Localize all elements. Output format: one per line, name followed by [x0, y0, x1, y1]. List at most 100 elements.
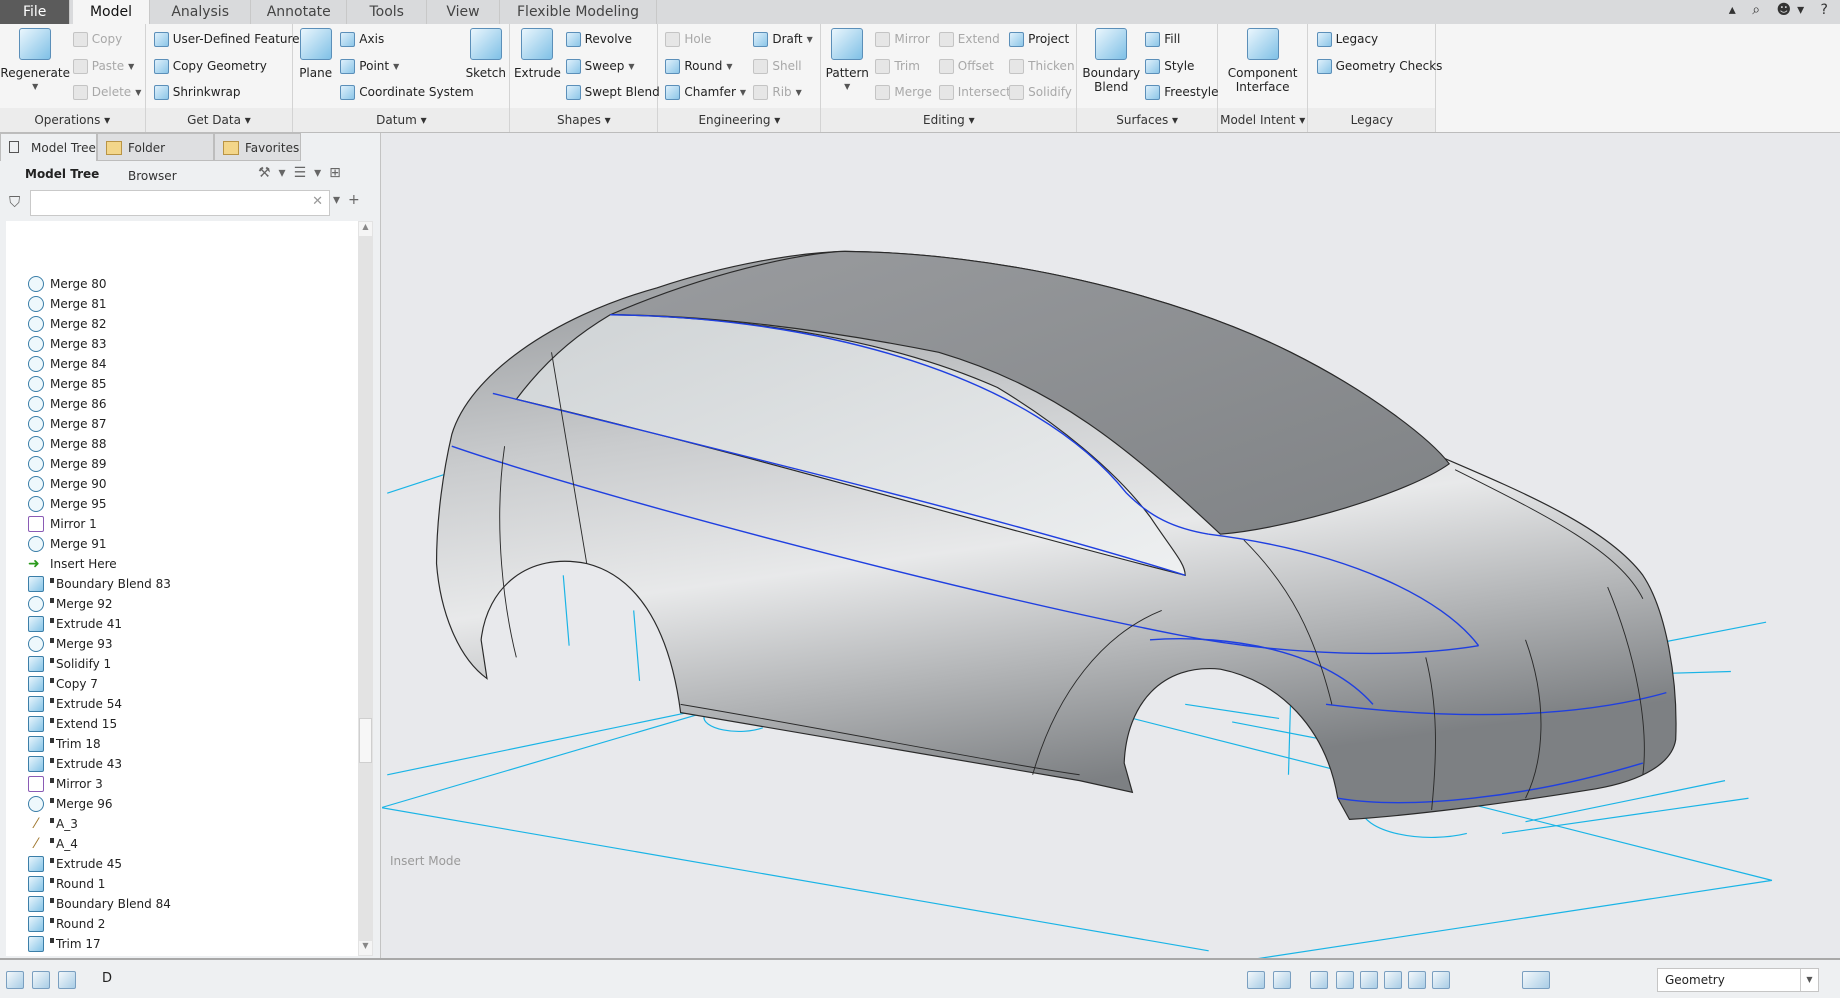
solidify-button[interactable]: Solidify — [1009, 83, 1072, 101]
tree-item[interactable]: Merge 81 — [28, 294, 107, 314]
tab-flexible-modeling[interactable]: Flexible Modeling — [500, 0, 658, 24]
clear-icon[interactable]: ✕ — [312, 194, 323, 209]
tree-item[interactable]: Merge 90 — [28, 474, 107, 494]
show-navigator-icon[interactable] — [6, 971, 24, 989]
tree-item[interactable]: Mirror 3 — [28, 774, 103, 794]
graphics-viewport[interactable]: Insert Mode — [382, 133, 1840, 958]
saved-orientations-icon[interactable] — [1310, 971, 1328, 989]
dropdown-arrow-icon[interactable]: ▼ — [726, 62, 732, 71]
group-label-editing[interactable]: Editing ▾ — [821, 108, 1077, 132]
hole-button[interactable]: Hole — [665, 30, 711, 48]
group-label-get-data[interactable]: Get Data ▾ — [145, 108, 293, 132]
tree-item[interactable]: Boundary Blend 83 — [28, 574, 171, 594]
freestyle-button[interactable]: Freestyle — [1145, 83, 1219, 101]
pattern-button[interactable]: Pattern ▼ — [825, 28, 870, 94]
selection-filter-dropdown[interactable]: Geometry ▼ — [1657, 968, 1819, 992]
tree-item[interactable]: Round 1 — [28, 874, 105, 894]
offset-button[interactable]: Offset — [938, 57, 994, 75]
tree-item[interactable]: Copy 7 — [28, 674, 98, 694]
tree-item[interactable]: Merge 80 — [28, 274, 107, 294]
thicken-button[interactable]: Thicken — [1009, 57, 1075, 75]
project-button[interactable]: Project — [1009, 30, 1069, 48]
sketch-button[interactable]: Sketch — [465, 28, 507, 80]
tree-filter-icon[interactable]: ⊞ — [329, 165, 349, 181]
tree-item[interactable]: ⁄ A_4 — [28, 834, 78, 854]
tab-analysis[interactable]: Analysis — [150, 0, 252, 24]
group-label-engineering[interactable]: Engineering ▾ — [658, 108, 821, 132]
help-search-icons[interactable]: ▴ ⌕ ☻▾ ? — [1729, 2, 1834, 18]
tree-search-field[interactable]: ✕ — [30, 190, 330, 216]
scroll-down-icon[interactable]: ▼ — [359, 941, 372, 955]
geometry-checks-button[interactable]: Geometry Checks — [1316, 57, 1442, 75]
intersect-button[interactable]: Intersect — [938, 83, 1011, 101]
delete-button[interactable]: Delete ▼ — [72, 83, 141, 101]
dropdown-arrow-icon[interactable]: ▼ — [807, 35, 813, 44]
rib-button[interactable]: Rib ▼ — [753, 83, 802, 101]
tree-item[interactable]: Merge 91 — [28, 534, 107, 554]
swept-blend-button[interactable]: Swept Blend — [565, 83, 660, 101]
tree-item[interactable]: Merge 88 — [28, 434, 107, 454]
trim-button[interactable]: Trim — [875, 57, 920, 75]
dropdown-arrow-icon[interactable]: ▼ — [844, 80, 850, 94]
revolve-button[interactable]: Revolve — [565, 30, 632, 48]
scroll-up-icon[interactable]: ▲ — [359, 222, 372, 236]
style-button[interactable]: Style — [1145, 57, 1194, 75]
tree-item[interactable]: Merge 96 — [28, 794, 113, 814]
settings-tools-icon[interactable]: ⚒▾ — [258, 165, 294, 181]
group-label-datum[interactable]: Datum ▾ — [293, 108, 510, 132]
dropdown-arrow-icon[interactable]: ▼ — [128, 62, 134, 71]
show-icon[interactable]: ☰▾ — [294, 165, 330, 181]
tree-item[interactable]: Extrude 54 — [28, 694, 122, 714]
tree-item[interactable]: Merge 83 — [28, 334, 107, 354]
tab-folder-browser[interactable]: Folder Browser — [97, 133, 214, 183]
tab-favorites[interactable]: Favorites — [214, 133, 301, 161]
point-display-icon[interactable] — [1384, 971, 1402, 989]
tree-item[interactable]: Extrude 46 — [28, 954, 122, 956]
group-label-surfaces[interactable]: Surfaces ▾ — [1077, 108, 1218, 132]
point-button[interactable]: Point ▼ — [340, 57, 399, 75]
dropdown-icon[interactable]: ▾ — [333, 192, 348, 208]
group-label-legacy[interactable]: Legacy — [1308, 108, 1436, 132]
annotation-display-icon[interactable] — [1432, 971, 1450, 989]
dropdown-arrow-icon[interactable]: ▼ — [740, 88, 746, 97]
copy-button[interactable]: Copy — [72, 30, 122, 48]
plane-button[interactable]: Plane — [296, 28, 336, 80]
tree-item[interactable]: Mirror 1 — [28, 514, 97, 534]
axis-display-icon[interactable] — [1360, 971, 1378, 989]
boundary-blend-button[interactable]: Boundary Blend — [1082, 28, 1141, 94]
tab-view[interactable]: View — [427, 0, 500, 24]
tree-item[interactable]: Extrude 43 — [28, 754, 122, 774]
tree-item[interactable]: Merge 87 — [28, 414, 107, 434]
sweep-button[interactable]: Sweep ▼ — [565, 57, 635, 75]
copy-geometry-button[interactable]: Copy Geometry — [153, 57, 267, 75]
filter-icon[interactable]: ⛉ — [9, 193, 20, 211]
tree-item[interactable]: Trim 18 — [28, 734, 101, 754]
tree-item[interactable]: Extend 15 — [28, 714, 117, 734]
tree-item[interactable]: Extrude 41 — [28, 614, 122, 634]
dropdown-arrow-icon[interactable]: ▼ — [796, 88, 802, 97]
tree-item[interactable]: Boundary Blend 84 — [28, 894, 171, 914]
fill-button[interactable]: Fill — [1145, 30, 1180, 48]
tree-tools[interactable]: ⚒▾☰▾⊞ — [258, 165, 349, 181]
browser-icon[interactable] — [32, 971, 50, 989]
group-label-model-intent[interactable]: Model Intent ▾ — [1218, 108, 1308, 132]
tree-item[interactable]: Merge 86 — [28, 394, 107, 414]
tab-model[interactable]: Model — [72, 0, 151, 24]
tab-annotate[interactable]: Annotate — [251, 0, 348, 24]
shell-button[interactable]: Shell — [753, 57, 802, 75]
dropdown-arrow-icon[interactable]: ▼ — [135, 88, 141, 97]
tree-item[interactable]: Merge 95 — [28, 494, 107, 514]
extrude-button[interactable]: Extrude — [514, 28, 561, 80]
legacy-button[interactable]: Legacy — [1316, 30, 1378, 48]
tree-item[interactable]: Extrude 45 — [28, 854, 122, 874]
regenerate-button[interactable]: Regenerate ▼ — [0, 28, 70, 94]
tree-item[interactable]: Round 2 — [28, 914, 105, 934]
dropdown-arrow-icon[interactable]: ▼ — [628, 62, 634, 71]
component-interface-button[interactable]: Component Interface — [1223, 28, 1303, 94]
mirror-button[interactable]: Mirror — [875, 30, 930, 48]
round-button[interactable]: Round ▼ — [665, 57, 732, 75]
full-screen-icon[interactable] — [58, 971, 76, 989]
group-label-shapes[interactable]: Shapes ▾ — [510, 108, 658, 132]
chamfer-button[interactable]: Chamfer ▼ — [665, 83, 746, 101]
dropdown-arrow-icon[interactable]: ▼ — [32, 80, 38, 94]
